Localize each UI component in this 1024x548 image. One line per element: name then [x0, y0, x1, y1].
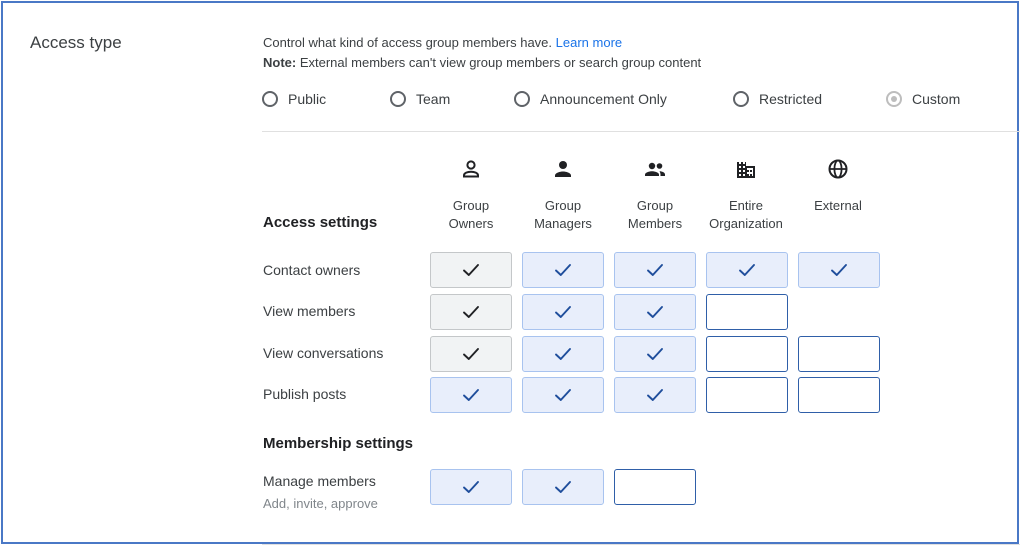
column-label: Members	[627, 216, 683, 231]
column-entire-organization: Entire Organization	[701, 157, 791, 233]
person-outline-icon	[463, 160, 479, 178]
checkmark-icon	[555, 306, 571, 318]
permission-cell-checked-locked-view-members-group-owners	[430, 294, 512, 330]
membership-settings-heading: Membership settings	[263, 435, 414, 452]
divider	[262, 131, 1020, 132]
checkmark-icon	[647, 348, 663, 360]
row-sublabel-manage-members: Add, invite, approve	[263, 496, 378, 511]
radio-public[interactable]: Public	[262, 91, 326, 107]
checkmark-icon	[555, 389, 571, 401]
column-group-owners: Group Owners	[426, 157, 516, 233]
permission-cell-checked-view-conversations-group-managers[interactable]	[522, 336, 604, 372]
section-title: Access type	[30, 33, 122, 52]
note-text: External members can't view group member…	[296, 55, 702, 70]
permission-cell-checked-view-members-group-managers[interactable]	[522, 294, 604, 330]
radio-restricted[interactable]: Restricted	[733, 91, 822, 107]
access-settings-heading: Access settings	[263, 214, 378, 231]
column-label: Owners	[448, 216, 494, 231]
radio-custom[interactable]: Custom	[886, 91, 960, 107]
checkmark-icon	[463, 389, 479, 401]
radio-label: Announcement Only	[540, 91, 667, 107]
building-icon	[737, 162, 755, 178]
column-label: External	[814, 198, 862, 213]
radio-circle[interactable]	[390, 91, 406, 107]
radio-circle[interactable]	[514, 91, 530, 107]
permission-cell-checked-locked-contact-owners-group-owners	[430, 252, 512, 288]
permission-cell-checked-manage-members-group-owners[interactable]	[430, 469, 512, 505]
checkmark-icon	[647, 264, 663, 276]
row-label-view-conversations: View conversations	[263, 345, 384, 361]
permission-cell-checked-contact-owners-entire-organization[interactable]	[706, 252, 788, 288]
globe-icon	[828, 159, 848, 179]
permission-cell-unchecked-manage-members-group-members[interactable]	[614, 469, 696, 505]
column-label: Group	[544, 198, 582, 213]
permission-cell-checked-view-conversations-group-members[interactable]	[614, 336, 696, 372]
checkmark-icon	[647, 389, 663, 401]
permission-cell-unchecked-publish-posts-external[interactable]	[798, 377, 880, 413]
description-text: Control what kind of access group member…	[263, 35, 553, 50]
permission-cell-checked-contact-owners-external[interactable]	[798, 252, 880, 288]
permission-cell-checked-contact-owners-group-managers[interactable]	[522, 252, 604, 288]
column-label: Group	[636, 198, 674, 213]
row-label-view-members: View members	[263, 303, 356, 319]
permission-cell-checked-publish-posts-group-members[interactable]	[614, 377, 696, 413]
radio-label: Restricted	[759, 91, 823, 107]
permission-cell-checked-view-members-group-members[interactable]	[614, 294, 696, 330]
permission-cell-unchecked-view-conversations-entire-organization[interactable]	[706, 336, 788, 372]
radio-circle[interactable]	[733, 91, 749, 107]
checkmark-icon	[555, 264, 571, 276]
radio-label: Custom	[912, 91, 961, 107]
permission-cell-unchecked-view-members-entire-organization[interactable]	[706, 294, 788, 330]
radio-label: Public	[288, 91, 327, 107]
note-label: Note:	[263, 55, 297, 70]
row-label-publish-posts: Publish posts	[263, 386, 347, 402]
radio-announcement-only[interactable]: Announcement Only	[514, 91, 667, 107]
checkmark-icon	[831, 264, 847, 276]
permission-cell-checked-publish-posts-group-managers[interactable]	[522, 377, 604, 413]
radio-team[interactable]: Team	[390, 91, 450, 107]
checkmark-icon	[463, 306, 479, 318]
column-label: Group	[452, 198, 490, 213]
checkmark-icon	[555, 481, 571, 493]
permission-cell-checked-contact-owners-group-members[interactable]	[614, 252, 696, 288]
checkmark-icon	[555, 348, 571, 360]
checkmark-icon	[463, 481, 479, 493]
column-label: Managers	[534, 216, 592, 231]
radio-label: Team	[416, 91, 451, 107]
column-external: External	[793, 157, 883, 215]
row-label-contact-owners: Contact owners	[263, 262, 361, 278]
checkmark-icon	[463, 348, 479, 360]
learn-more-link[interactable]: Learn more	[556, 35, 622, 50]
permission-cell-checked-locked-view-conversations-group-owners	[430, 336, 512, 372]
checkmark-icon	[463, 264, 479, 276]
radio-circle[interactable]	[262, 91, 278, 107]
column-group-managers: Group Managers	[518, 157, 608, 233]
divider	[262, 544, 1020, 545]
row-label-manage-members: Manage members	[263, 473, 376, 489]
people-icon	[645, 162, 665, 176]
permission-cell-checked-publish-posts-group-owners[interactable]	[430, 377, 512, 413]
person-icon	[555, 161, 571, 177]
checkmark-icon	[647, 306, 663, 318]
radio-circle-selected[interactable]	[886, 91, 902, 107]
permission-cell-checked-manage-members-group-managers[interactable]	[522, 469, 604, 505]
access-description: Control what kind of access group member…	[263, 33, 701, 73]
column-group-members: Group Members	[610, 157, 700, 233]
column-label: Organization	[709, 216, 783, 231]
permission-cell-unchecked-publish-posts-entire-organization[interactable]	[706, 377, 788, 413]
permission-cell-unchecked-view-conversations-external[interactable]	[798, 336, 880, 372]
checkmark-icon	[739, 264, 755, 276]
column-label: Entire	[729, 198, 763, 213]
